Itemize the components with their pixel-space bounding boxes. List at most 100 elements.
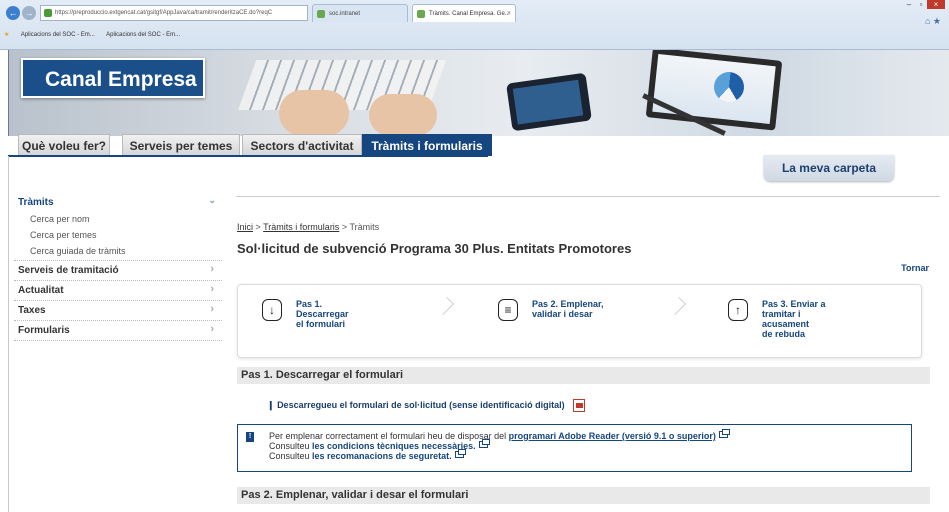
sidebar-subitem-cerca-temes[interactable]: Cerca per temes [14, 228, 222, 244]
nav-underline [8, 155, 488, 157]
header-banner: Canal Empresa [8, 50, 949, 136]
step-label-line: tramitar i [762, 309, 801, 319]
steps-panel: ↓ Pas 1. Descarregar el formulari ≡ Pas … [237, 284, 922, 358]
sidebar-item-actualitat[interactable]: Actualitat › [14, 280, 222, 300]
external-window-icon [718, 429, 730, 438]
info-notice: ! Per emplenar correctament el formulari… [237, 424, 912, 472]
breadcrumb-current: Tràmits [349, 222, 380, 232]
notice-text: Consulteu [269, 451, 313, 461]
sidebar-item-label: Tràmits [18, 197, 54, 208]
la-meva-carpeta-button[interactable]: La meva carpeta [764, 155, 894, 181]
chevron-right-icon [668, 297, 686, 315]
chevron-down-icon: ⌄ [208, 195, 216, 205]
step-label-line: el formulari [296, 319, 346, 329]
step-label: Pas 3. Enviar a tramitar i acusament de … [762, 299, 852, 339]
sidebar-item-taxes[interactable]: Taxes › [14, 300, 222, 320]
browser-tab-tramits[interactable]: Tràmits. Canal Empresa. Ge... × [412, 4, 516, 22]
condicions-tecniques-link[interactable]: les condicions tècniques necessàries. [312, 441, 476, 451]
step-label: Pas 2. Emplenar, validar i desar [532, 299, 622, 319]
bullet-icon: ❙ [267, 399, 275, 410]
sidebar-item-serveis-tramitacio[interactable]: Serveis de tramitació › [14, 260, 222, 280]
external-window-icon [454, 449, 466, 458]
close-window-icon[interactable]: × [927, 0, 945, 9]
step-label-line: Pas 3. Enviar a [762, 299, 826, 309]
breadcrumb-separator: > [341, 222, 348, 232]
window-controls: – ▫ × [903, 0, 945, 14]
pdf-icon[interactable] [573, 399, 586, 412]
sidebar-item-formularis[interactable]: Formularis › [14, 320, 222, 340]
document-icon: ≡ [498, 299, 518, 321]
sidebar-subitem-cerca-nom[interactable]: Cerca per nom [14, 212, 222, 228]
secure-lock-icon [44, 9, 52, 17]
nav-que-voleu-fer[interactable]: Què voleu fer? [18, 134, 110, 156]
adobe-reader-link[interactable]: programari Adobe Reader (versió 9.1 o su… [509, 431, 716, 441]
recomanacions-seguretat-link[interactable]: les recomanacions de seguretat. [312, 451, 452, 461]
breadcrumb-separator: > [255, 222, 261, 232]
divider [14, 340, 222, 341]
minimize-icon[interactable]: – [903, 0, 915, 9]
page-title: Sol·licitud de subvenció Programa 30 Plu… [237, 241, 632, 256]
notice-text: Consulteu [269, 441, 313, 451]
download-arrow-icon: ↓ [262, 299, 282, 321]
notice-line-3: Consulteu les recomanacions de seguretat… [269, 449, 911, 461]
sidebar-item-label: Formularis [18, 325, 70, 336]
nav-sectors-activitat[interactable]: Sectors d'activitat [242, 134, 362, 156]
back-button[interactable]: ← [6, 6, 20, 20]
notice-line-1: Per emplenar correctament el formulari h… [269, 429, 911, 441]
download-form-link[interactable]: ❙ Descarregueu el formulari de sol·licit… [267, 399, 586, 412]
chevron-right-icon [436, 297, 454, 315]
url-text: https://preproduccio.extgencat.cat/gsitg… [55, 10, 273, 16]
browser-chrome: ← → https://preproduccio.extgencat.cat/g… [0, 0, 949, 50]
hand-illustration [369, 94, 437, 136]
site-logo[interactable]: Canal Empresa [21, 58, 205, 98]
warning-icon: ! [246, 432, 254, 442]
chevron-right-icon: › [210, 323, 214, 335]
favorites-star-icon[interactable]: ★ [933, 16, 941, 26]
phone-illustration [506, 72, 592, 132]
divider [236, 196, 940, 197]
close-tab-icon[interactable]: × [507, 5, 511, 22]
maximize-icon[interactable]: ▫ [915, 0, 927, 9]
sidebar-item-label: Actualitat [18, 285, 64, 296]
step-label-line: acusament [762, 319, 810, 329]
tab-label: soc.intranet [329, 11, 361, 17]
home-icon[interactable]: ⌂ [925, 16, 930, 26]
sidebar: Tràmits ⌄ Cerca per nom Cerca per temes … [14, 193, 222, 341]
address-bar[interactable]: https://preproduccio.extgencat.cat/gsitg… [40, 5, 308, 21]
site-favicon-icon [417, 10, 425, 18]
favorites-star-icon: ★ [4, 32, 10, 38]
browser-toolbar-icons: ⌂ ★ [925, 16, 941, 27]
step-label-line: Descarregar [296, 309, 349, 319]
notice-line-2: Consulteu les condicions tècniques neces… [269, 439, 911, 451]
step-label-line: Pas 1. [296, 299, 323, 309]
download-link-text[interactable]: Descarregueu el formulari de sol·licitud… [277, 400, 565, 410]
tab-label: Tràmits. Canal Empresa. Ge... [429, 11, 510, 17]
upload-arrow-icon: ↑ [728, 299, 748, 321]
page-border [8, 156, 9, 512]
step-label-line: Pas 2. Emplenar, [532, 299, 604, 309]
nav-serveis-per-temes[interactable]: Serveis per temes [122, 134, 240, 156]
main-navigation: Què voleu fer? Serveis per temes Sectors… [8, 134, 949, 156]
chevron-right-icon: › [210, 263, 214, 275]
tornar-link[interactable]: Tornar [901, 263, 929, 273]
sidebar-subitem-cerca-guiada[interactable]: Cerca guiada de tràmits [14, 244, 222, 260]
nav-tramits-formularis[interactable]: Tràmits i formularis [362, 134, 492, 156]
breadcrumb: Inici > Tràmits i formularis > Tràmits [237, 222, 379, 232]
browser-tab-intranet[interactable]: soc.intranet [312, 4, 408, 22]
chevron-right-icon: › [210, 283, 214, 295]
external-window-icon [478, 439, 490, 448]
section-header-pas-2: Pas 2. Emplenar, validar i desar el form… [237, 487, 930, 504]
step-label-line: de rebuda [762, 329, 806, 339]
breadcrumb-home-link[interactable]: Inici [237, 222, 253, 232]
favorite-link-1[interactable]: Aplicacions del SOC - Em... [21, 32, 95, 38]
sidebar-item-label: Serveis de tramitació [18, 265, 119, 276]
sidebar-item-label: Taxes [18, 305, 46, 316]
breadcrumb-tramits-formularis-link[interactable]: Tràmits i formularis [263, 222, 339, 232]
hand-illustration [279, 90, 349, 136]
favorites-bar: ★ Aplicacions del SOC - Em... Aplicacion… [0, 28, 949, 42]
sidebar-item-tramits[interactable]: Tràmits ⌄ [14, 193, 222, 212]
step-label-line: validar i desar [532, 309, 593, 319]
favorite-link-2[interactable]: Aplicacions del SOC - Em... [106, 32, 180, 38]
chevron-right-icon: › [210, 303, 214, 315]
forward-button[interactable]: → [22, 6, 36, 20]
